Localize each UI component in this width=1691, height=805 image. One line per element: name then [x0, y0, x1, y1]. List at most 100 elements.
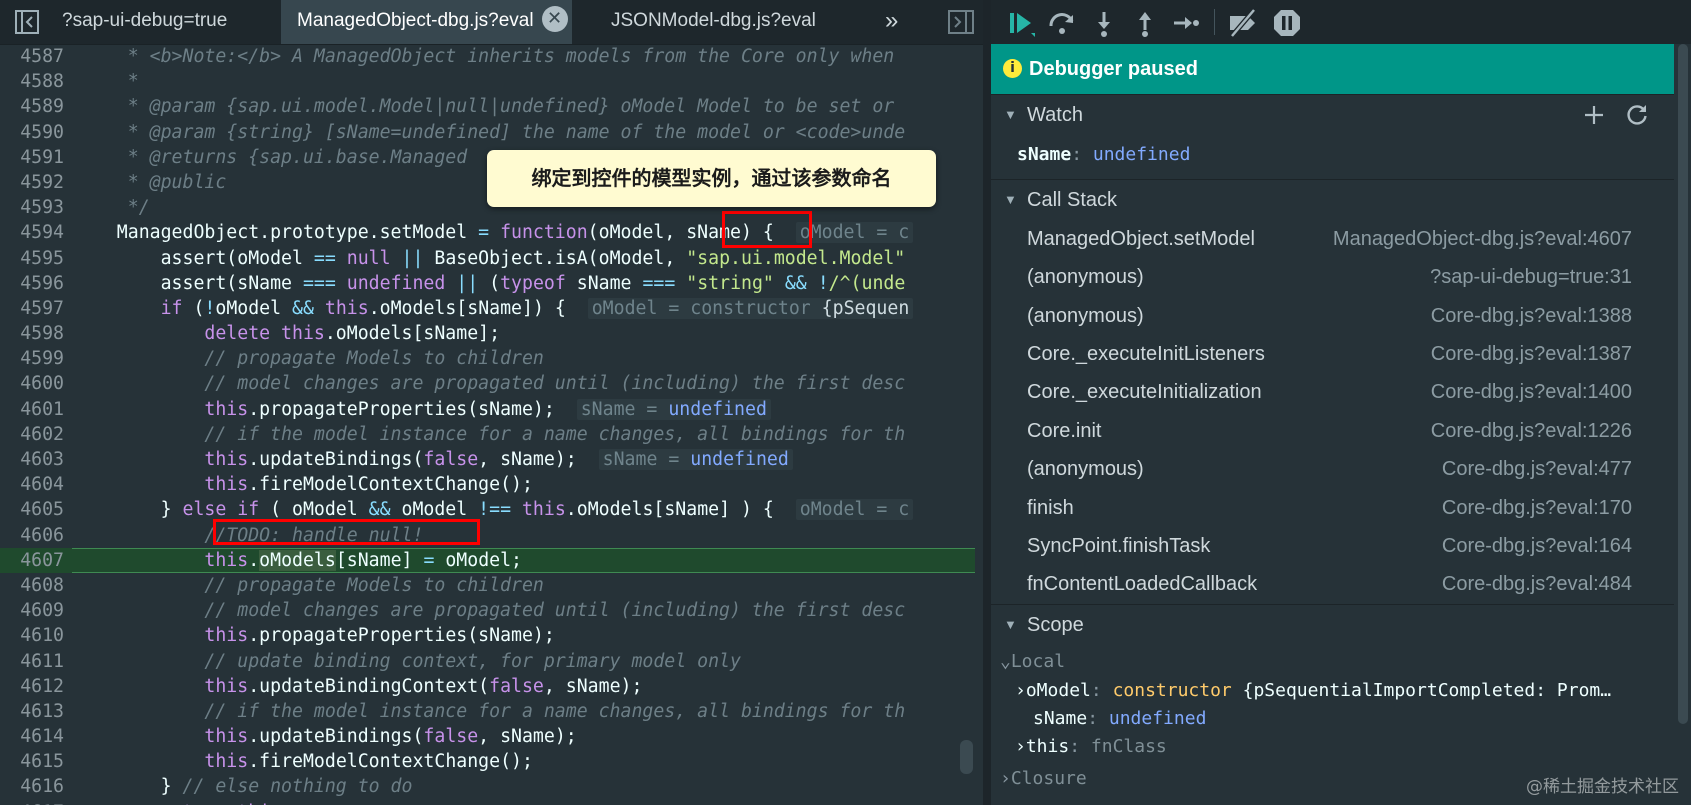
line-number[interactable]: 4593 — [0, 195, 64, 220]
paused-status: Debugger paused — [1029, 58, 1198, 80]
code-line: 4605 } else if ( oModel && oModel !== th… — [0, 497, 975, 522]
toggle-debugger-icon[interactable] — [944, 0, 980, 44]
step-out-button[interactable] — [1128, 6, 1162, 40]
call-stack-frame[interactable]: (anonymous) Core-dbg.js?eval:477 — [991, 450, 1674, 488]
line-number[interactable]: 4616 — [0, 774, 64, 799]
code-line: 4599 // propagate Models to children — [0, 346, 975, 371]
line-number[interactable]: 4613 — [0, 699, 64, 724]
line-number[interactable]: 4617 — [0, 800, 64, 805]
line-number[interactable]: 4601 — [0, 397, 64, 422]
code-scrollbar[interactable] — [960, 740, 973, 774]
line-number[interactable]: 4610 — [0, 623, 64, 648]
frame-function: (anonymous) — [1027, 266, 1144, 288]
frame-function: Core._executeInitListeners — [1027, 343, 1265, 365]
code-line: 4617 return this; — [0, 800, 975, 805]
code-line: 4595 assert(oModel == null || BaseObject… — [0, 246, 975, 271]
line-number[interactable]: 4591 — [0, 145, 64, 170]
code-line: 4600 // model changes are propagated unt… — [0, 371, 975, 396]
watch-expression[interactable]: sName: undefined — [1017, 141, 1190, 169]
line-number[interactable]: 4599 — [0, 346, 64, 371]
code-line: 4589 * @param {sap.ui.model.Model|null|u… — [0, 94, 975, 119]
resume-button[interactable] — [1005, 6, 1039, 40]
line-number[interactable]: 4603 — [0, 447, 64, 472]
line-number[interactable]: 4604 — [0, 472, 64, 497]
line-number[interactable]: 4608 — [0, 573, 64, 598]
call-stack-frame[interactable]: (anonymous) Core-dbg.js?eval:1388 — [991, 297, 1674, 335]
code-line: 4601 this.propagateProperties(sName); sN… — [0, 397, 975, 422]
call-stack-frame[interactable]: Core._executeInitListeners Core-dbg.js?ev… — [991, 335, 1674, 373]
line-number[interactable]: 4594 — [0, 220, 64, 245]
call-stack-section-header[interactable]: ▼ Call Stack — [991, 179, 1674, 220]
scope-var-sname[interactable]: sName: undefined — [1033, 705, 1206, 733]
scope-local-node[interactable]: ⌄Local — [1000, 648, 1065, 676]
call-stack-frame[interactable]: Core._executeInitialization Core-dbg.js?e… — [991, 373, 1674, 411]
code-line: 4587 * <b>Note:</b> A ManagedObject inhe… — [0, 44, 975, 69]
toolbar-separator — [1214, 9, 1215, 35]
line-number[interactable]: 4589 — [0, 94, 64, 119]
line-number[interactable]: 4592 — [0, 170, 64, 195]
line-number[interactable]: 4605 — [0, 497, 64, 522]
watermark: @稀土掘金技术社区 — [1526, 777, 1679, 797]
line-number[interactable]: 4615 — [0, 749, 64, 774]
line-number[interactable]: 4598 — [0, 321, 64, 346]
line-number[interactable]: 4596 — [0, 271, 64, 296]
frame-location: ManagedObject-dbg.js?eval:4607 — [1332, 228, 1632, 250]
call-stack-frame[interactable]: Core.init Core-dbg.js?eval:1226 — [991, 412, 1674, 450]
annotation-callout: 绑定到控件的模型实例，通过该参数命名 — [487, 150, 936, 207]
toggle-navigator-icon[interactable] — [8, 0, 44, 44]
tab-label: ?sap-ui-debug=true — [62, 10, 228, 31]
add-watch-icon[interactable] — [1581, 102, 1607, 128]
call-stack-frame[interactable]: (anonymous) ?sap-ui-debug=true:31 — [991, 258, 1674, 296]
more-tabs-icon[interactable]: » — [885, 0, 898, 44]
scope-closure-node[interactable]: ›Closure — [1000, 765, 1087, 793]
line-number[interactable]: 4614 — [0, 724, 64, 749]
line-number[interactable]: 4600 — [0, 371, 64, 396]
step-into-button[interactable] — [1087, 6, 1121, 40]
frame-location: Core-dbg.js?eval:484 — [1441, 573, 1632, 595]
debugger-pane: i Debugger paused ▼ Watch sName: undefin… — [991, 0, 1691, 805]
frame-location: Core-dbg.js?eval:1387 — [1430, 343, 1632, 365]
call-stack-frame[interactable]: SyncPoint.finishTask Core-dbg.js?eval:164 — [991, 527, 1674, 565]
code-line: 4588 * — [0, 69, 975, 94]
call-stack-frame[interactable]: fnContentLoadedCallback Core-dbg.js?eval:… — [991, 565, 1674, 603]
line-number[interactable]: 4607 — [0, 548, 64, 573]
frame-location: Core-dbg.js?eval:164 — [1441, 535, 1632, 557]
step-over-button[interactable] — [1045, 6, 1079, 40]
line-number[interactable]: 4609 — [0, 598, 64, 623]
pause-on-exceptions-button[interactable] — [1270, 6, 1304, 40]
code-line: 4610 this.propagateProperties(sName); — [0, 623, 975, 648]
frame-function: Core.init — [1027, 420, 1102, 442]
watch-section-header[interactable]: ▼ Watch — [991, 94, 1674, 135]
tab-sap-ui-debug[interactable]: ?sap-ui-debug=true — [62, 0, 227, 44]
line-number[interactable]: 4612 — [0, 674, 64, 699]
line-number[interactable]: 4590 — [0, 120, 64, 145]
code-line: 4606 //TODO: handle null! — [0, 523, 975, 548]
call-stack-frame[interactable]: ManagedObject.setModel ManagedObject-dbg.… — [991, 220, 1674, 258]
line-number[interactable]: 4611 — [0, 649, 64, 674]
tab-managedobject-dbg[interactable]: ManagedObject-dbg.js?eval ✕ — [281, 0, 572, 44]
deactivate-breakpoints-button[interactable] — [1226, 6, 1260, 40]
current-execution-line: 4607 this.oModels[sName] = oModel; — [0, 547, 975, 574]
scope-closure-label: Closure — [1010, 768, 1087, 789]
step-button[interactable] — [1169, 6, 1203, 40]
line-number[interactable]: 4606 — [0, 523, 64, 548]
line-number[interactable]: 4588 — [0, 69, 64, 94]
tab-jsonmodel-dbg[interactable]: JSONModel-dbg.js?eval — [611, 0, 816, 44]
line-number[interactable]: 4602 — [0, 422, 64, 447]
collapse-triangle-icon: ▼ — [1004, 617, 1017, 632]
scope-var-omodel[interactable]: ›oModel: constructor {pSequentialImportC… — [1015, 677, 1611, 705]
line-number[interactable]: 4597 — [0, 296, 64, 321]
line-number[interactable]: 4595 — [0, 246, 64, 271]
call-stack-frame[interactable]: finish Core-dbg.js?eval:170 — [991, 489, 1674, 527]
line-number[interactable]: 4587 — [0, 44, 64, 69]
scope-section-header[interactable]: ▼ Scope — [991, 604, 1674, 645]
code-line: 4615 this.fireModelContextChange(); — [0, 749, 975, 774]
refresh-watch-icon[interactable] — [1624, 102, 1650, 128]
debugger-scrollbar-thumb[interactable] — [1678, 44, 1688, 724]
expand-arrow-icon: › — [1015, 736, 1026, 757]
pane-divider[interactable] — [983, 0, 991, 805]
scope-var-this[interactable]: ›this: fnClass — [1015, 733, 1167, 761]
debugger-paused-banner: i Debugger paused — [991, 44, 1674, 94]
close-tab-icon[interactable]: ✕ — [541, 5, 568, 32]
code-line: 4613 // if the model instance for a name… — [0, 699, 975, 724]
